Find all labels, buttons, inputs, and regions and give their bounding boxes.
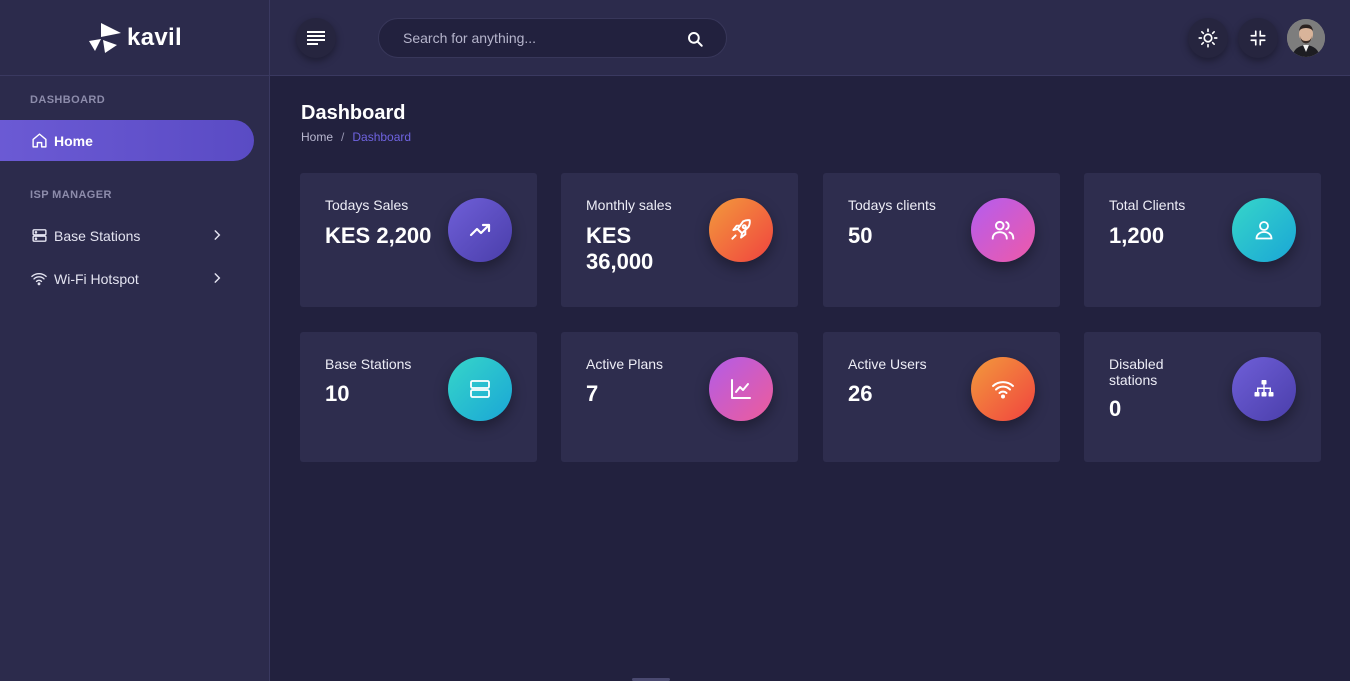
avatar-image [1287, 19, 1325, 57]
sidebar-item-home[interactable]: Home [0, 120, 254, 161]
user-avatar[interactable] [1287, 19, 1325, 57]
trending-up-icon [448, 198, 512, 262]
server-icon [448, 357, 512, 421]
stat-value: 26 [848, 381, 873, 406]
stat-label: Todays clients [848, 197, 936, 213]
chevron-right-icon [214, 273, 221, 283]
stat-label: Active Users [848, 356, 927, 372]
page-title: Dashboard [301, 102, 406, 124]
stat-label: Total Clients [1109, 197, 1186, 213]
breadcrumb-current: Dashboard [352, 130, 412, 144]
stat-value: KES 2,200 [325, 223, 432, 248]
stat-card-monthly-sales: Monthly sales KES 36,000 [561, 173, 798, 307]
stat-card-todays-clients: Todays clients 50 [823, 173, 1060, 307]
rocket-icon [709, 198, 773, 262]
menu-section-isp-manager: ISP MANAGER [30, 189, 112, 201]
stat-card-active-users: Active Users 26 [823, 332, 1060, 462]
theme-toggle-button[interactable] [1188, 18, 1228, 58]
stat-label: Todays Sales [325, 197, 409, 213]
minimize-icon [1250, 30, 1266, 46]
user-icon [1232, 198, 1296, 262]
search-input[interactable] [403, 30, 683, 46]
stat-value: 1,200 [1109, 223, 1165, 248]
stat-card-total-clients: Total Clients 1,200 [1084, 173, 1321, 307]
fullscreen-toggle-button[interactable] [1238, 18, 1278, 58]
sidebar-item-label: Wi-Fi Hotspot [54, 270, 139, 287]
stat-card-todays-sales: Todays Sales KES 2,200 [300, 173, 537, 307]
stat-card-active-plans: Active Plans 7 [561, 332, 798, 462]
menu-section-dashboard: DASHBOARD [30, 94, 106, 106]
sun-icon [1198, 28, 1218, 48]
stat-card-disabled-stations: Disabled stations 0 [1084, 332, 1321, 462]
brand-name: kavil [127, 23, 182, 51]
home-icon [30, 132, 48, 150]
stat-card-base-stations: Base Stations 10 [300, 332, 537, 462]
stat-value: 10 [325, 381, 350, 406]
menu-icon [307, 31, 325, 45]
stat-label: Disabled stations [1109, 356, 1164, 388]
stat-value: 0 [1109, 396, 1122, 421]
line-chart-icon [709, 357, 773, 421]
users-icon [971, 198, 1035, 262]
sidebar-item-label: Home [54, 132, 93, 149]
chevron-right-icon [214, 230, 221, 240]
stat-label: Base Stations [325, 356, 412, 372]
sitemap-icon [1232, 357, 1296, 421]
search-icon[interactable] [686, 30, 704, 48]
stat-label: Active Plans [586, 356, 664, 372]
wifi-icon [971, 357, 1035, 421]
stat-label: Monthly sales [586, 197, 672, 213]
stat-value: 50 [848, 223, 873, 248]
stat-value: 7 [586, 381, 599, 406]
brand-logo[interactable]: kavil [0, 0, 269, 76]
sidebar-item-label: Base Stations [54, 227, 141, 244]
logo-mark-icon [89, 22, 122, 53]
topbar [270, 0, 1350, 76]
search-bar [378, 18, 727, 58]
sidebar: kavil DASHBOARD Home ISP MANAGER Base St… [0, 0, 270, 681]
sidebar-item-base-stations[interactable]: Base Stations [0, 215, 254, 256]
menu-toggle-button[interactable] [296, 18, 336, 58]
breadcrumb-separator: / [341, 130, 345, 144]
breadcrumb: Home / Dashboard [301, 130, 411, 144]
stat-value: KES 36,000 [586, 223, 654, 274]
server-icon [30, 227, 48, 245]
sidebar-item-wifi-hotspot[interactable]: Wi-Fi Hotspot [0, 258, 254, 299]
wifi-icon [30, 270, 48, 288]
breadcrumb-home[interactable]: Home [301, 130, 333, 144]
